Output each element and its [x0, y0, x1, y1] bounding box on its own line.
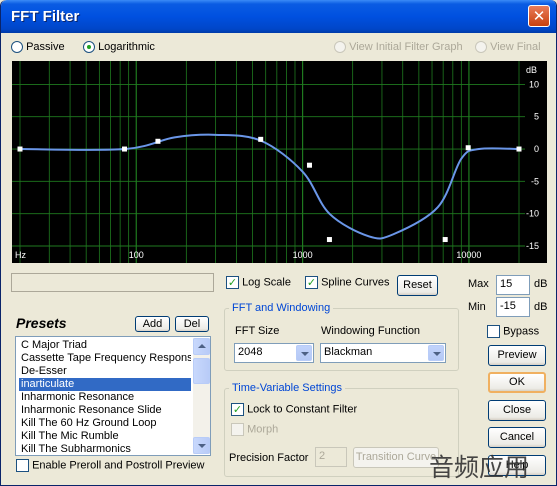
x-tick-label: 10000 [456, 250, 481, 260]
logarithmic-label: Logarithmic [98, 41, 155, 54]
max-db-input[interactable]: 15 [496, 275, 530, 295]
preset-list-item[interactable]: inarticulate [19, 378, 191, 391]
lock-constant-checkbox[interactable]: ✓ Lock to Constant Filter [231, 403, 357, 416]
preroll-checkbox[interactable]: Enable Preroll and Postroll Preview [16, 459, 204, 472]
control-point[interactable] [465, 145, 471, 151]
y-tick-label: 10 [529, 79, 539, 89]
scroll-down-icon[interactable] [193, 437, 210, 454]
logarithmic-radio-dot[interactable] [83, 41, 95, 54]
windowing-function-select[interactable]: Blackman [320, 343, 446, 363]
status-field [11, 273, 214, 292]
bypass-checkbox[interactable]: Bypass [487, 325, 539, 338]
control-point[interactable] [258, 136, 264, 142]
max-unit: dB [534, 278, 548, 290]
watermark-text: 音频应用 [429, 453, 530, 482]
log-scale-check[interactable]: ✓ [226, 276, 239, 289]
view-initial-label: View Initial Filter Graph [349, 41, 463, 54]
graph-background [12, 61, 547, 263]
lock-constant-label: Lock to Constant Filter [247, 403, 358, 416]
delete-preset-button[interactable]: Del [175, 316, 209, 332]
y-tick-label: 5 [534, 112, 539, 122]
max-label: Max [468, 278, 489, 290]
passive-radio[interactable]: Passive [11, 41, 65, 54]
time-variable-title: Time-Variable Settings [229, 382, 346, 394]
close-button[interactable]: Close [488, 400, 546, 421]
scroll-thumb[interactable] [193, 358, 210, 384]
reset-button[interactable]: Reset [397, 275, 438, 296]
ok-button[interactable]: OK [488, 372, 546, 393]
log-scale-checkbox[interactable]: ✓ Log Scale [226, 276, 291, 289]
precision-factor-label: Precision Factor [229, 452, 309, 464]
control-point[interactable] [122, 146, 128, 152]
logarithmic-radio[interactable]: Logarithmic [83, 41, 155, 54]
preset-list-item[interactable]: C Major Triad [19, 339, 191, 352]
morph-check[interactable] [231, 423, 244, 436]
preset-list-item[interactable]: Inharmonic Resonance [19, 391, 191, 404]
preset-list-item[interactable]: Kill The Subharmonics [19, 443, 191, 456]
min-label: Min [468, 301, 486, 313]
add-preset-button[interactable]: Add [135, 316, 170, 332]
passive-label: Passive [26, 41, 65, 54]
y-tick-label: -15 [526, 241, 539, 251]
chevron-down-icon[interactable] [428, 345, 444, 361]
control-point[interactable] [155, 138, 161, 144]
cancel-button[interactable]: Cancel [488, 427, 546, 448]
preroll-check[interactable] [16, 459, 29, 472]
view-final-radio[interactable]: View Final [475, 41, 541, 54]
preset-list-item[interactable]: De-Esser [19, 365, 191, 378]
spline-curves-check[interactable]: ✓ [305, 276, 318, 289]
windowing-function-label: Windowing Function [321, 325, 421, 337]
bypass-check[interactable] [487, 325, 500, 338]
spline-curves-label: Spline Curves [321, 276, 390, 289]
title-bar[interactable]: FFT Filter ✕ [1, 0, 556, 33]
fft-size-label: FFT Size [235, 325, 280, 337]
y-tick-label: 0 [534, 144, 539, 154]
control-point[interactable] [306, 162, 312, 168]
lock-constant-check[interactable]: ✓ [231, 403, 244, 416]
control-point[interactable] [516, 146, 522, 152]
y-tick-label: -10 [526, 209, 539, 219]
close-icon[interactable]: ✕ [528, 5, 550, 27]
window-title: FFT Filter [11, 8, 80, 25]
preroll-label: Enable Preroll and Postroll Preview [32, 459, 205, 472]
fft-size-value: 2048 [238, 346, 263, 358]
view-final-radio-dot[interactable] [475, 41, 487, 54]
filter-graph[interactable]: 10 5 0 -5 -10 -15 100 1000 10000 dB Hz [12, 61, 547, 263]
presets-heading: Presets [16, 315, 67, 331]
x-axis-unit: Hz [15, 250, 26, 260]
passive-radio-dot[interactable] [11, 41, 23, 54]
fft-windowing-title: FFT and Windowing [229, 302, 334, 314]
chevron-down-icon[interactable] [296, 345, 312, 361]
transition-curve-button[interactable]: Transition Curve [353, 447, 439, 468]
view-initial-radio[interactable]: View Initial Filter Graph [334, 41, 463, 54]
presets-scrollbar[interactable] [193, 338, 210, 454]
preview-button[interactable]: Preview [488, 345, 546, 366]
morph-label: Morph [247, 423, 279, 436]
preset-list-item[interactable]: Inharmonic Resonance Slide [19, 404, 191, 417]
control-point[interactable] [442, 237, 448, 243]
preset-list-item[interactable]: Kill The Mic Rumble [19, 430, 191, 443]
y-axis-unit: dB [526, 65, 537, 75]
windowing-function-value: Blackman [324, 346, 373, 358]
scroll-up-icon[interactable] [193, 338, 210, 355]
control-point[interactable] [17, 146, 23, 152]
fft-filter-dialog: FFT Filter ✕ Passive Logarithmic View In… [0, 0, 557, 486]
min-db-input[interactable]: -15 [496, 297, 530, 317]
preset-list-item[interactable]: Kill The 60 Hz Ground Loop [19, 417, 191, 430]
presets-list[interactable]: C Major Triad Cassette Tape Frequency Res… [15, 336, 211, 456]
preset-list-item[interactable]: Cassette Tape Frequency Response [19, 352, 191, 365]
min-unit: dB [534, 301, 548, 313]
log-scale-label: Log Scale [242, 276, 291, 289]
spline-curves-checkbox[interactable]: ✓ Spline Curves [305, 276, 390, 289]
fft-size-select[interactable]: 2048 [234, 343, 314, 363]
morph-checkbox[interactable]: Morph [231, 423, 278, 436]
x-tick-label: 1000 [293, 250, 313, 260]
x-tick-label: 100 [129, 250, 144, 260]
view-initial-radio-dot[interactable] [334, 41, 346, 54]
control-point[interactable] [326, 237, 332, 243]
view-final-label: View Final [490, 41, 541, 54]
bypass-label: Bypass [503, 325, 540, 338]
precision-factor-input[interactable]: 2 [315, 447, 347, 467]
y-tick-label: -5 [531, 176, 539, 186]
